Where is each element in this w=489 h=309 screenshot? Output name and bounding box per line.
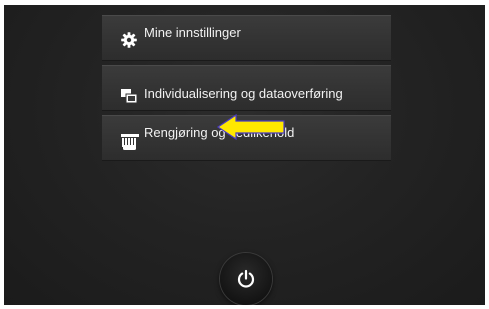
menu-item-my-settings[interactable]: Mine innstillinger: [102, 15, 391, 61]
arrow-left-icon: [216, 113, 286, 141]
gear-icon: [120, 31, 138, 49]
device-screen: Mine innstillinger Individualisering og …: [4, 5, 485, 305]
power-icon: [237, 269, 255, 288]
menu-item-label: Individualisering og dataoverføring: [144, 86, 343, 101]
power-button[interactable]: [220, 253, 272, 305]
settings-menu: Mine innstillinger Individualisering og …: [102, 15, 391, 165]
cleaning-hand-icon: [120, 133, 139, 151]
menu-item-label: Mine innstillinger: [144, 25, 241, 40]
menu-item-personalization-data-transfer[interactable]: Individualisering og dataoverføring: [102, 65, 391, 111]
data-transfer-icon: [120, 88, 138, 106]
